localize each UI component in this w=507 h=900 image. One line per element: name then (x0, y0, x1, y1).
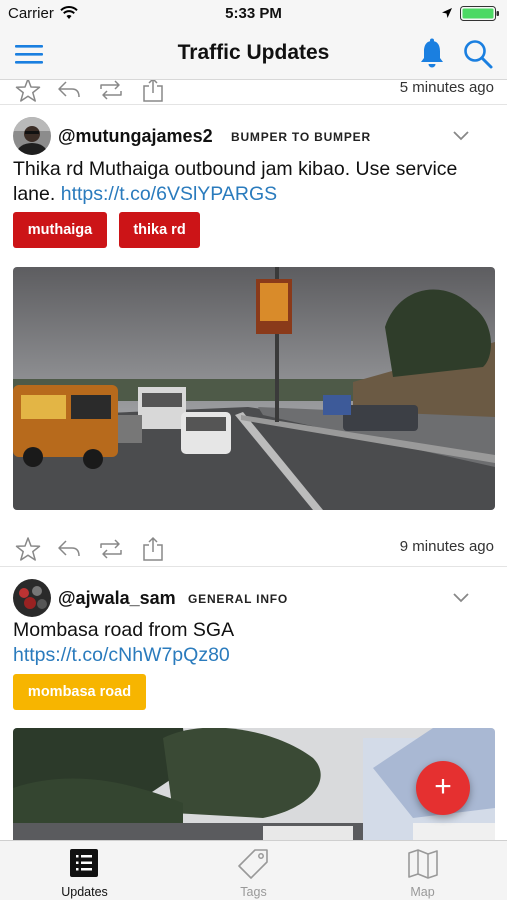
tab-updates[interactable]: Updates (0, 841, 169, 900)
divider (0, 104, 507, 105)
star-icon[interactable] (15, 536, 41, 562)
add-update-button[interactable]: + (416, 761, 470, 815)
post-link[interactable]: https://t.co/6VSlYPARGS (61, 183, 277, 205)
tab-bar: Updates Tags Map (0, 840, 507, 900)
plus-icon: + (434, 770, 452, 803)
reply-icon[interactable] (56, 80, 82, 103)
category-label: BUMPER TO BUMPER (231, 130, 371, 144)
status-time: 5:33 PM (225, 5, 282, 22)
map-icon (408, 849, 438, 879)
bell-icon[interactable] (418, 38, 446, 70)
post-body: Mombasa road from SGA (13, 619, 234, 641)
tab-label: Updates (61, 885, 108, 899)
time-label: 9 minutes ago (399, 538, 494, 555)
battery-icon (460, 6, 499, 21)
star-icon[interactable] (15, 80, 41, 103)
reply-icon[interactable] (56, 536, 82, 562)
nav-bar: Traffic Updates (0, 28, 507, 80)
divider (0, 566, 507, 567)
user-handle[interactable]: @mutungajames2 (58, 126, 213, 147)
post-text: Thika rd Muthaiga outbound jam kibao. Us… (13, 157, 498, 207)
avatar[interactable] (13, 579, 51, 617)
list-icon (70, 849, 98, 877)
tab-map[interactable]: Map (338, 841, 507, 900)
tag-mombasa-road[interactable]: mombasa road (13, 674, 146, 710)
feed[interactable]: 5 minutes ago @mutungajames2 BUMPER TO B… (0, 80, 507, 840)
post-text: Mombasa road from SGA https://t.co/cNhW7… (13, 618, 413, 668)
post-actions: 9 minutes ago (0, 536, 507, 562)
search-icon[interactable] (462, 38, 494, 70)
time-label: 5 minutes ago (399, 80, 494, 96)
user-handle[interactable]: @ajwala_sam (58, 588, 176, 609)
tab-label: Tags (240, 885, 267, 899)
share-icon[interactable] (140, 80, 166, 103)
chevron-down-icon[interactable] (452, 130, 470, 142)
tag-icon (238, 849, 268, 879)
post-photo[interactable] (13, 267, 495, 510)
chevron-down-icon[interactable] (452, 592, 470, 604)
tag-thika-rd[interactable]: thika rd (119, 212, 200, 248)
status-bar: Carrier 5:33 PM (0, 0, 507, 28)
tag-muthaiga[interactable]: muthaiga (13, 212, 107, 248)
category-label: GENERAL INFO (188, 592, 289, 606)
tab-label: Map (410, 885, 435, 899)
tab-tags[interactable]: Tags (169, 841, 338, 900)
retweet-icon[interactable] (98, 80, 124, 103)
share-icon[interactable] (140, 536, 166, 562)
retweet-icon[interactable] (98, 536, 124, 562)
post-link[interactable]: https://t.co/cNhW7pQz80 (13, 644, 230, 666)
location-arrow-icon (442, 8, 452, 18)
avatar[interactable] (13, 117, 51, 155)
post-actions: 5 minutes ago (0, 80, 507, 103)
